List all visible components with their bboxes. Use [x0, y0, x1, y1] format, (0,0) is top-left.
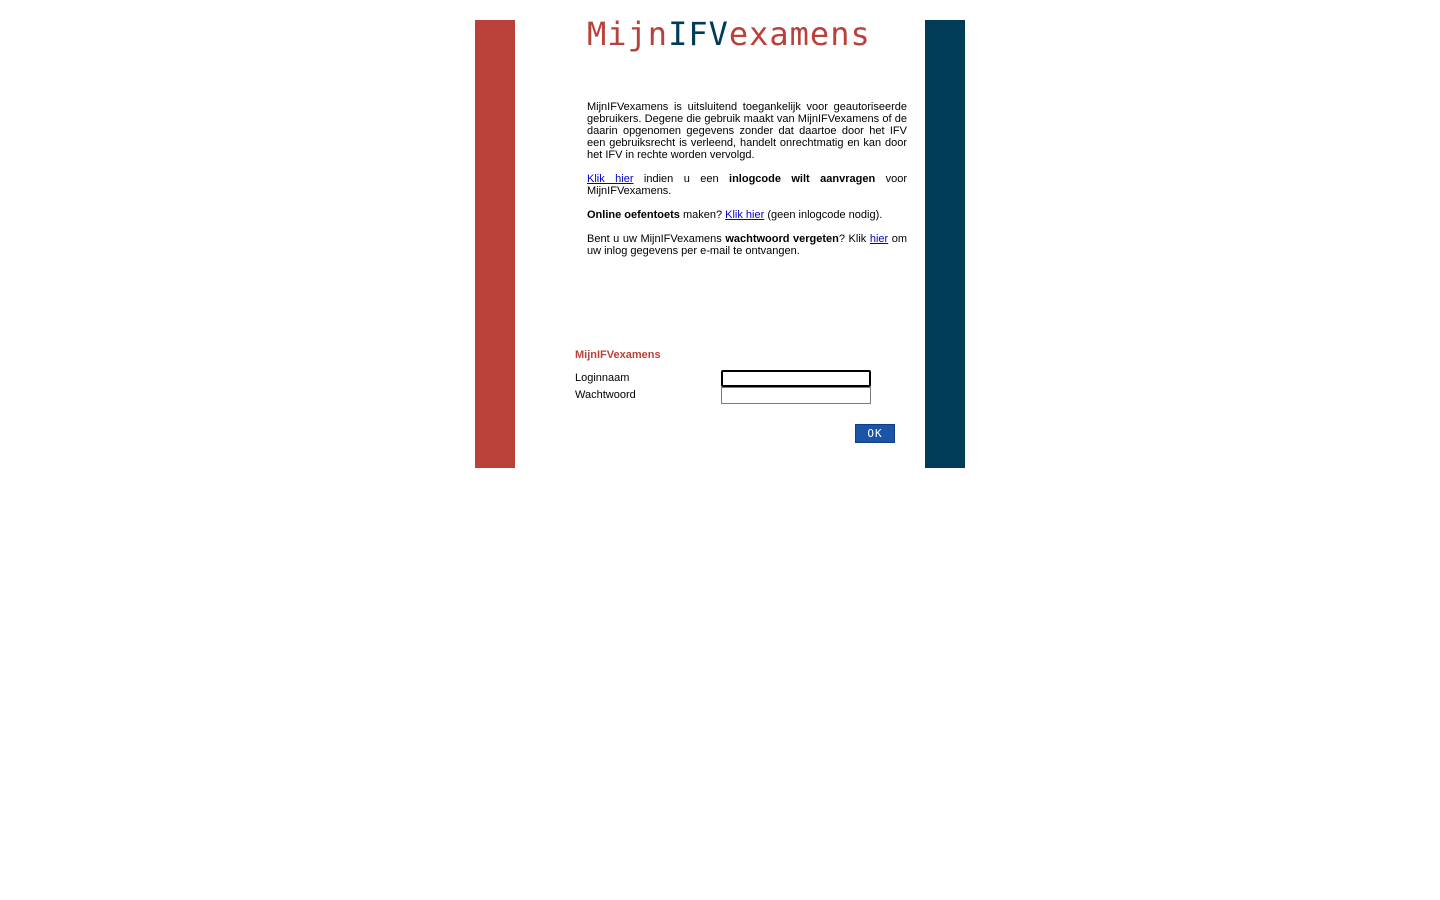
password-label: Wachtwoord [575, 389, 636, 401]
logo-part-ifv: IFV [668, 15, 729, 53]
request-code-link[interactable]: Klik hier [587, 173, 634, 185]
forgot-text-2: ? Klik [838, 233, 870, 245]
password-input[interactable] [721, 387, 871, 404]
forgot-password-link[interactable]: hier [870, 233, 888, 245]
forgot-password-paragraph: Bent u uw MijnIFVexamens wachtwoord verg… [587, 233, 907, 257]
site-logo: MijnIFVexamens [587, 14, 871, 54]
logo-part-mijn: Mijn [587, 15, 669, 53]
login-title: MijnIFVexamens [575, 349, 661, 361]
request-bold: inlogcode wilt aanvragen [729, 173, 876, 185]
practice-text-2: (geen inlogcode nodig). [764, 209, 883, 221]
forgot-bold: wachtwoord vergeten [725, 233, 839, 245]
request-code-paragraph: Klik hier indien u een inlogcode wilt aa… [587, 173, 907, 197]
left-accent-bar [475, 20, 515, 468]
practice-bold: Online oefentoets [587, 209, 680, 221]
practice-paragraph: Online oefentoets maken? Klik hier (geen… [587, 209, 907, 221]
logo-part-examens: examens [728, 15, 871, 53]
ok-button[interactable]: OK [855, 424, 895, 443]
request-text-1: indien u een [633, 173, 730, 185]
practice-text-1: maken? [679, 209, 726, 221]
practice-link[interactable]: Klik hier [725, 209, 764, 221]
right-accent-bar [925, 20, 965, 468]
username-input[interactable] [721, 370, 871, 387]
username-label: Loginnaam [575, 372, 630, 384]
forgot-text-1: Bent u uw MijnIFVexamens [587, 233, 726, 245]
disclaimer-paragraph: MijnIFVexamens is uitsluitend toegankeli… [587, 101, 907, 161]
intro-text: MijnIFVexamens is uitsluitend toegankeli… [587, 101, 907, 269]
